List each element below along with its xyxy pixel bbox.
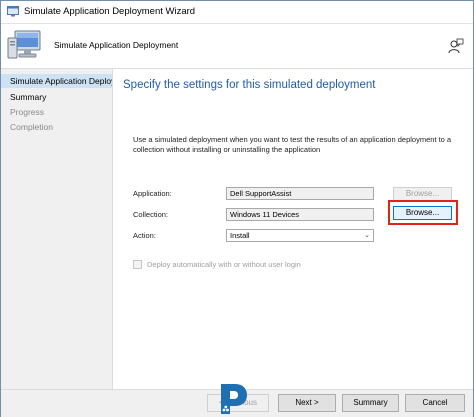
step-simulate-application-deployment[interactable]: Simulate Application Deployment	[1, 74, 112, 88]
watermark-logo	[221, 384, 247, 414]
action-select-value: Install	[230, 231, 250, 240]
chevron-down-icon: ⌄	[364, 232, 370, 239]
summary-button[interactable]: Summary	[342, 394, 399, 412]
action-label: Action:	[133, 231, 156, 240]
wizard-banner: Simulate Application Deployment	[1, 24, 473, 69]
wizard-steps-sidebar: Simulate Application Deployment Summary …	[1, 69, 113, 389]
step-completion: Completion	[10, 122, 53, 132]
application-field: Dell SupportAssist	[226, 187, 374, 200]
title-bar: Simulate Application Deployment Wizard	[1, 1, 473, 24]
application-browse-button: Browse...	[393, 187, 452, 201]
collection-field: Windows 11 Devices	[226, 208, 374, 221]
banner-title: Simulate Application Deployment	[54, 40, 179, 50]
collection-label: Collection:	[133, 210, 169, 219]
window-title: Simulate Application Deployment Wizard	[24, 6, 196, 17]
action-select[interactable]: Install ⌄	[226, 229, 374, 242]
page-heading: Specify the settings for this simulated …	[123, 79, 376, 91]
auto-deploy-label: Deploy automatically with or without use…	[147, 260, 301, 269]
application-label: Application:	[133, 189, 172, 198]
highlight-box	[388, 200, 458, 225]
page-description: Use a simulated deployment when you want…	[133, 135, 452, 154]
wizard-content: Specify the settings for this simulated …	[113, 69, 473, 389]
step-progress: Progress	[10, 107, 45, 117]
step-summary[interactable]: Summary	[1, 90, 112, 104]
wizard-window: Simulate Application Deployment Wizard S…	[0, 0, 474, 417]
computer-monitor-icon	[7, 30, 41, 59]
app-window-icon	[7, 6, 19, 17]
cancel-button[interactable]: Cancel	[405, 394, 465, 412]
help-person-icon[interactable]	[448, 38, 464, 54]
next-button[interactable]: Next >	[278, 394, 336, 412]
auto-deploy-checkbox	[133, 260, 142, 269]
